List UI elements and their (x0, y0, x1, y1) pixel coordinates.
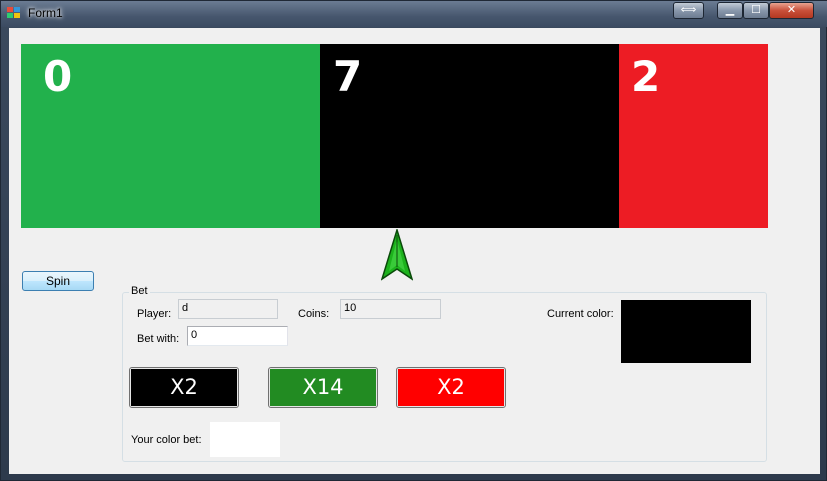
your-color-bet-label: Your color bet: (131, 434, 202, 446)
close-button[interactable]: ✕ (769, 2, 814, 19)
coins-field[interactable]: 10 (340, 299, 441, 319)
wheel-segment-2: 2 (619, 44, 768, 228)
bet-green-label: X14 (270, 369, 376, 406)
window-title: Form1 (28, 6, 63, 20)
wheel-segment-number: 2 (631, 52, 661, 101)
title-bar[interactable]: Form1 ⟺ ▁ ☐ ✕ (1, 1, 827, 27)
pointer-arrow-icon (381, 229, 413, 281)
bet-red-label: X2 (398, 369, 504, 406)
coins-label: Coins: (298, 308, 330, 320)
app-icon (7, 7, 21, 19)
bet-with-label: Bet with: (137, 333, 180, 345)
bet-black-label: X2 (131, 369, 237, 406)
form-client-area: 0 7 2 Spin Bet Player: d Coins: 10 Bet w… (9, 28, 820, 474)
wheel-segment-0: 0 (21, 44, 320, 228)
wheel-segment-1: 7 (320, 44, 619, 228)
current-color-swatch (621, 300, 751, 363)
current-color-label: Current color: (547, 308, 614, 320)
bet-black-button[interactable]: X2 (129, 367, 239, 408)
bet-green-button[interactable]: X14 (268, 367, 378, 408)
bet-amount-input[interactable]: 0 (187, 326, 288, 346)
bet-groupbox-legend: Bet (129, 285, 150, 297)
player-label: Player: (137, 308, 172, 320)
wheel-segment-number: 0 (43, 52, 73, 101)
bet-red-button[interactable]: X2 (396, 367, 506, 408)
restore-button[interactable]: ⟺ (673, 2, 704, 19)
app-window: Form1 ⟺ ▁ ☐ ✕ 0 7 2 Spin Bet Player: d C… (0, 0, 827, 481)
spin-button[interactable]: Spin (22, 271, 94, 291)
minimize-button[interactable]: ▁ (717, 2, 743, 19)
your-color-bet-swatch (210, 422, 280, 457)
wheel-segment-number: 7 (333, 52, 363, 101)
maximize-button[interactable]: ☐ (743, 2, 769, 19)
player-field[interactable]: d (178, 299, 278, 319)
